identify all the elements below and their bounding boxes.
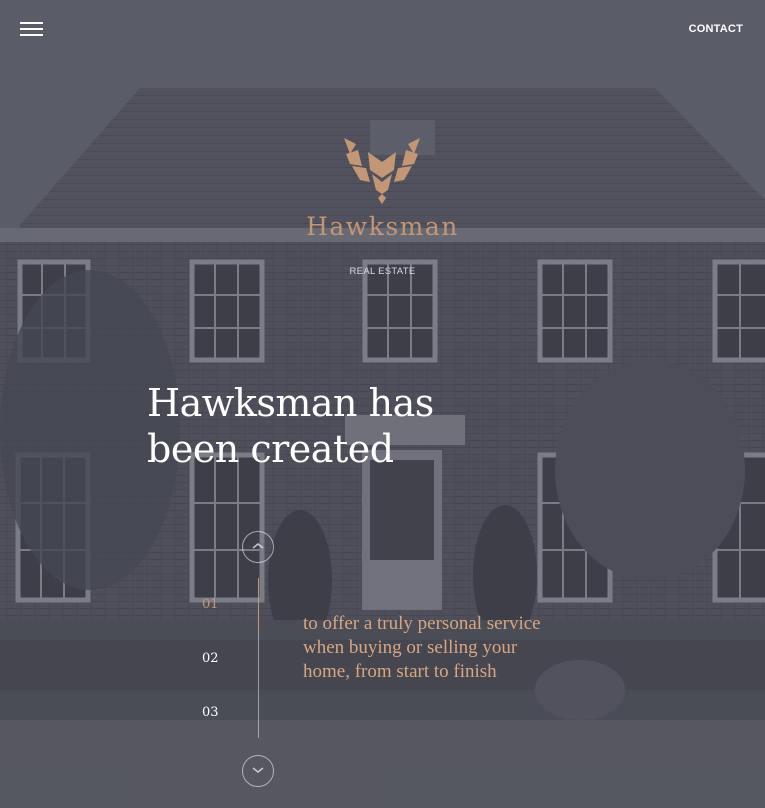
chevron-up-icon bbox=[252, 543, 264, 549]
hamburger-icon[interactable] bbox=[20, 20, 44, 38]
slider-prev-button[interactable] bbox=[242, 531, 274, 563]
hero-description: to offer a truly personal service when b… bbox=[303, 613, 541, 682]
chevron-down-icon bbox=[252, 767, 264, 773]
slider-step-01[interactable]: 01 bbox=[202, 597, 219, 612]
contact-link[interactable]: CONTACT bbox=[689, 23, 743, 35]
slider-step-02[interactable]: 02 bbox=[202, 651, 219, 666]
slider-track-progress bbox=[258, 578, 259, 632]
hawk-emblem-icon bbox=[344, 138, 420, 204]
brand-tagline: REAL ESTATE bbox=[349, 266, 416, 277]
headline-line-2: been created bbox=[147, 427, 394, 471]
brand-name: Hawksman bbox=[306, 212, 459, 241]
slider-step-03[interactable]: 03 bbox=[202, 705, 219, 720]
slider-next-button[interactable] bbox=[242, 755, 274, 787]
headline-line-1: Hawksman has bbox=[147, 381, 434, 425]
hero-headline: Hawksman has been created bbox=[147, 380, 547, 472]
